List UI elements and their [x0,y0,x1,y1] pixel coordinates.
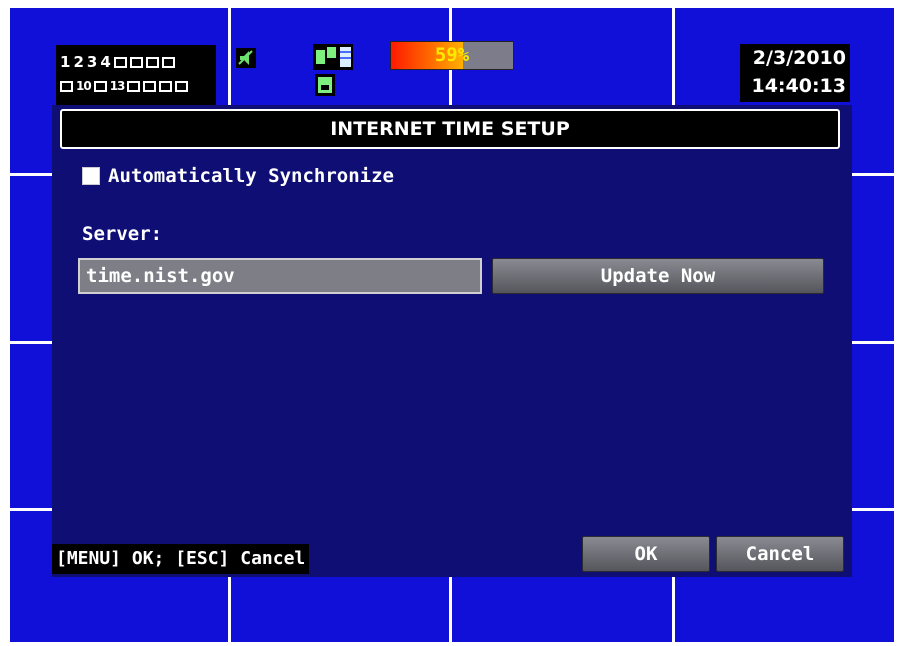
channel-number: 10 [76,79,92,93]
auto-sync-label: Automatically Synchronize [108,165,394,187]
grid-line [852,508,894,511]
channel-indicator: 1234 10 13 [56,45,216,107]
channel-empty-box [113,56,127,68]
channel-empty-box [175,80,189,92]
datetime-display: 2/3/2010 14:40:13 [740,44,850,102]
channel-empty-box [60,80,73,92]
date-label: 2/3/2010 [752,47,846,69]
channel-empty-box [127,80,141,92]
channel-number: 4 [100,53,111,71]
channel-empty-box [159,80,173,92]
hdd-usage-label: 59% [434,44,470,66]
channel-empty-box [129,56,143,68]
network-icon [313,44,353,96]
channel-row-2: 10 13 [60,75,189,97]
auto-sync-row[interactable]: Automatically Synchronize [82,165,394,187]
cancel-button[interactable]: Cancel [716,536,844,572]
channel-row-1: 1234 [60,51,175,73]
internet-time-setup-dialog: INTERNET TIME SETUP Automatically Synchr… [52,105,852,577]
auto-sync-checkbox[interactable] [82,167,100,185]
server-input[interactable]: time.nist.gov [78,258,482,294]
channel-empty-box [145,56,159,68]
channel-empty-box [93,80,107,92]
key-hint: [MENU] OK; [ESC] Cancel [52,544,310,574]
channel-empty-box [143,80,157,92]
time-label: 14:40:13 [751,75,846,97]
grid-line [10,341,52,344]
channel-number: 1 [60,53,71,71]
grid-line [10,508,52,511]
channel-number: 3 [86,53,98,71]
grid-line [852,173,894,176]
speaker-icon [236,48,256,68]
channel-empty-box [161,56,175,68]
dialog-title: INTERNET TIME SETUP [60,109,840,149]
update-now-button[interactable]: Update Now [492,258,824,294]
grid-line [852,341,894,344]
hdd-usage-bar: 59% [390,41,514,70]
channel-number: 2 [73,53,84,71]
grid-line [10,173,52,176]
ok-button[interactable]: OK [582,536,710,572]
server-label: Server: [82,223,163,245]
channel-number: 13 [109,79,126,93]
camera-grid-screen: 1234 10 13 59% 2/3/2010 14:40:13 INTERNET… [10,8,894,642]
